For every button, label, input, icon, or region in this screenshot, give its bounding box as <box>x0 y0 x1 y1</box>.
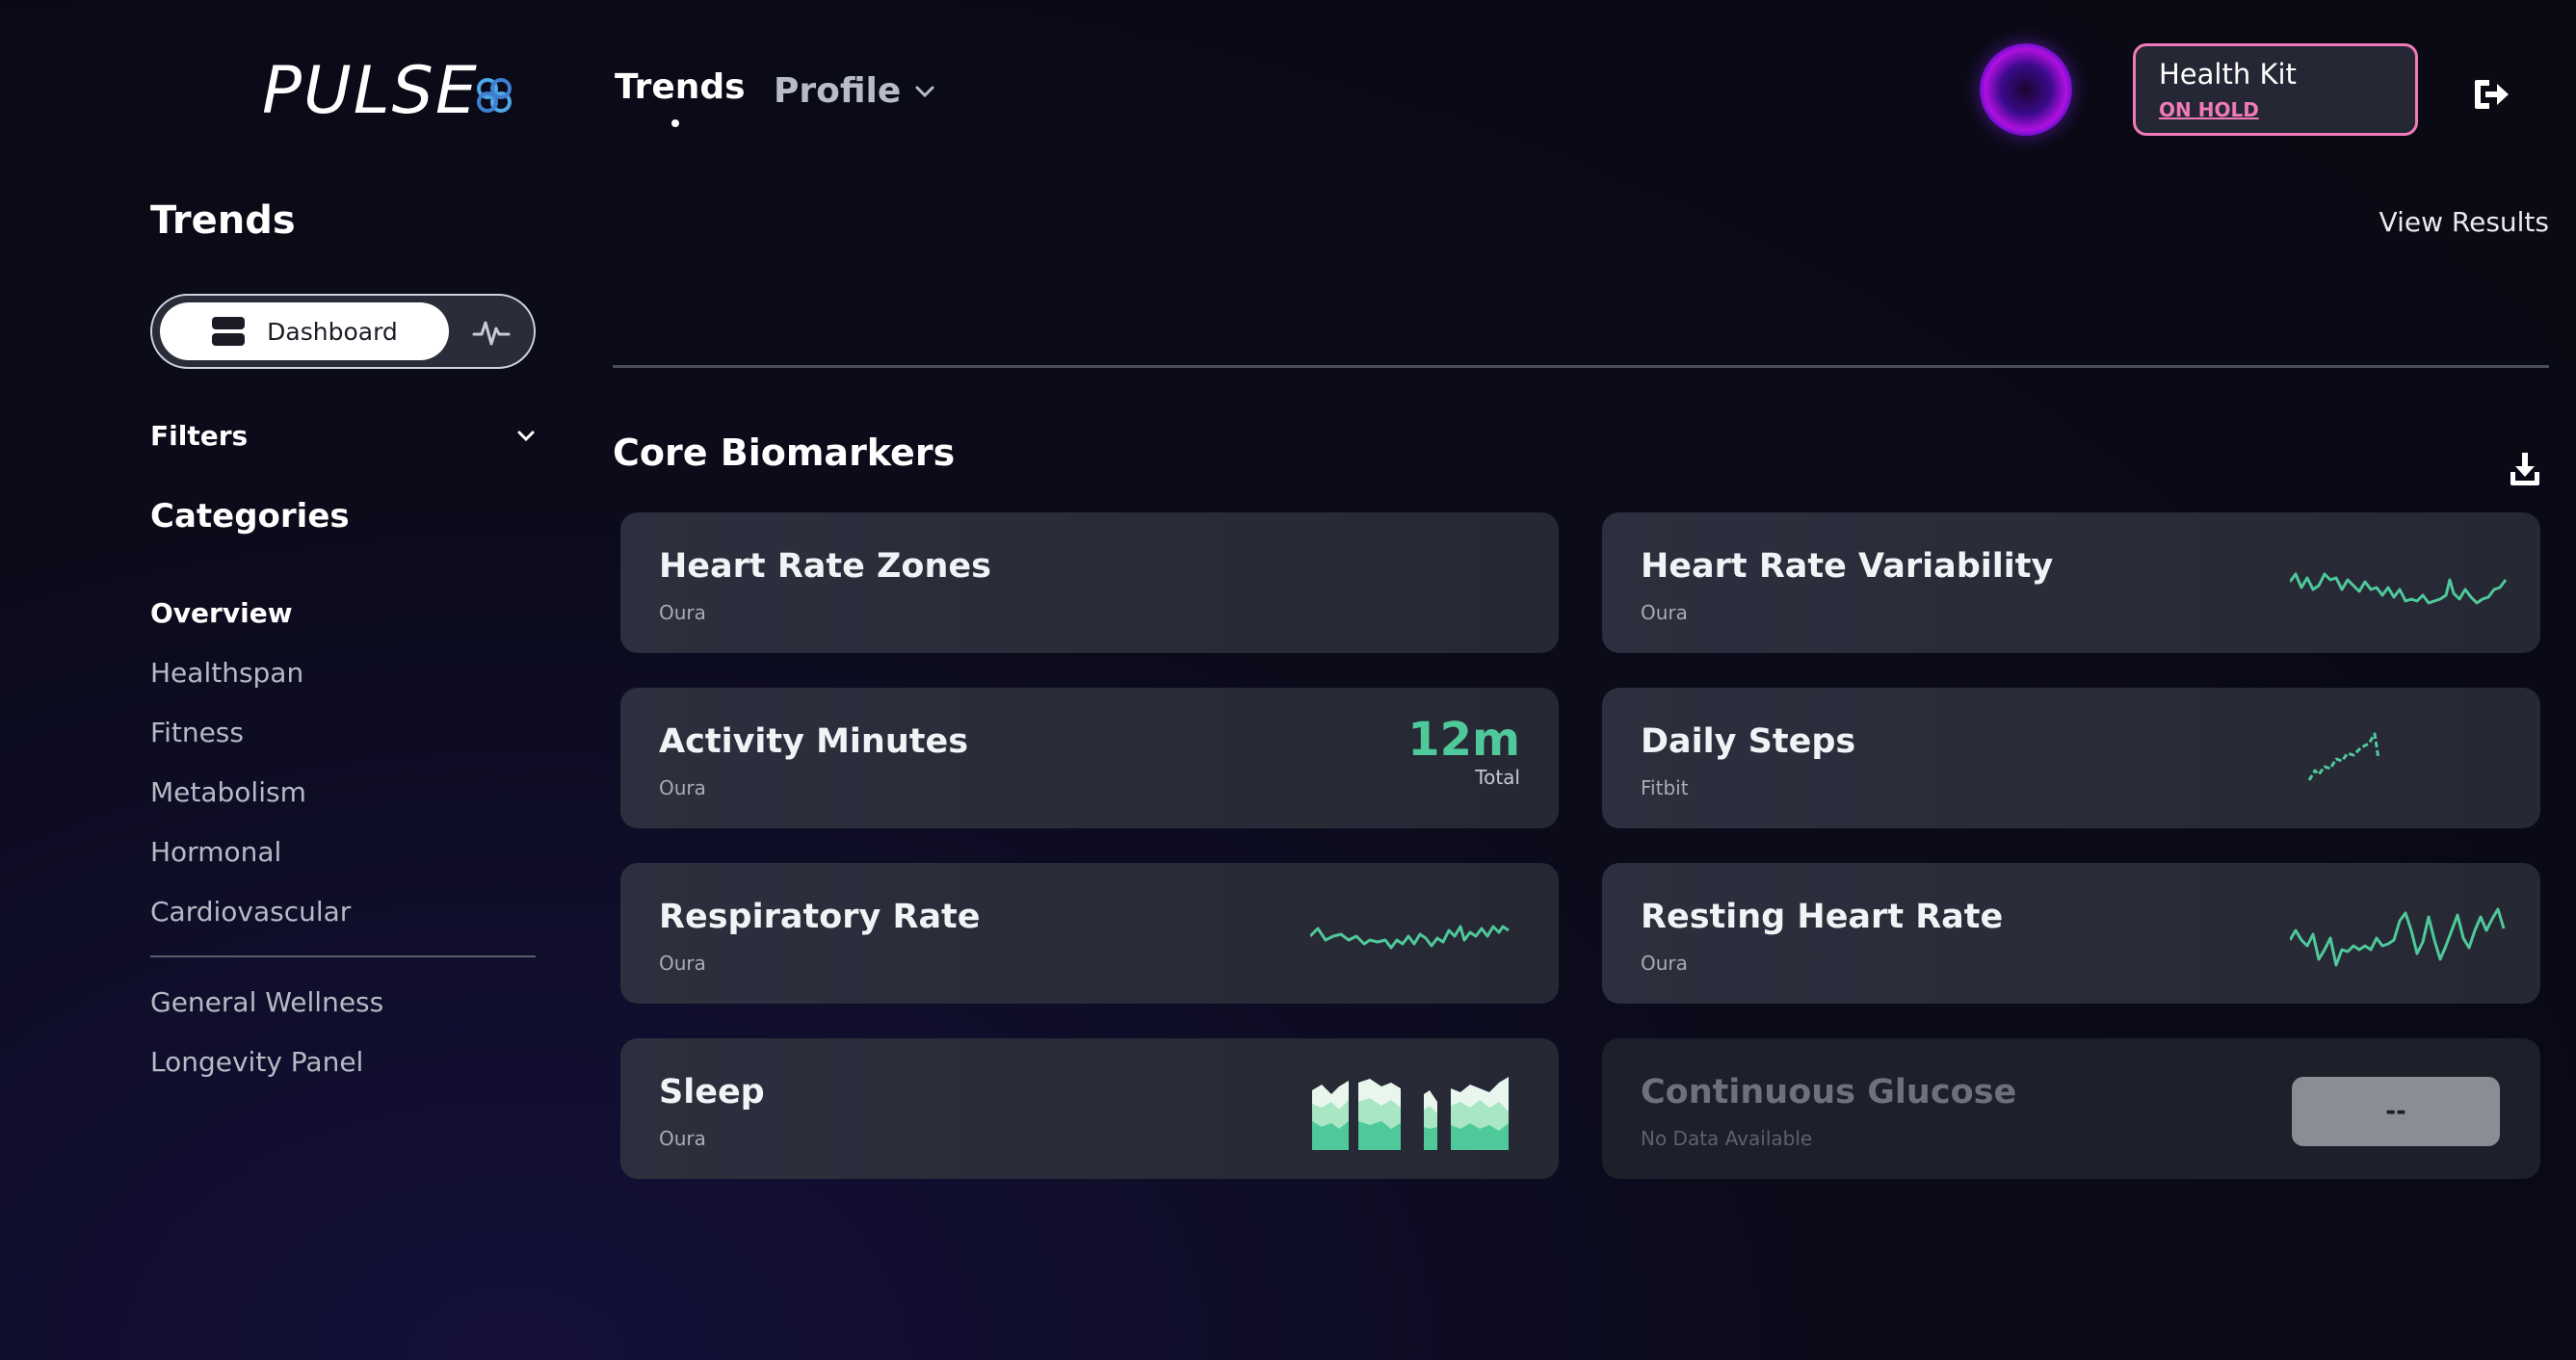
logo-text: PULSE <box>262 53 479 129</box>
card-title: Sleep <box>659 1073 765 1112</box>
metric-caption: Total <box>1475 765 1520 789</box>
card-title: Heart Rate Zones <box>659 547 991 586</box>
biomarker-card-sleep[interactable]: Sleep Oura <box>620 1038 1559 1179</box>
nav-active-indicator <box>671 119 679 127</box>
view-toggle: Dashboard <box>150 294 536 369</box>
no-data-placeholder: -- <box>2292 1077 2500 1146</box>
biomarker-card-heart-rate-zones[interactable]: Heart Rate Zones Oura <box>620 512 1559 653</box>
activity-view-button[interactable] <box>472 315 511 353</box>
category-hormonal[interactable]: Hormonal <box>150 836 281 868</box>
panel-general-wellness[interactable]: General Wellness <box>150 986 383 1018</box>
card-source: Oura <box>659 776 706 799</box>
card-source: Oura <box>659 601 706 624</box>
activity-total: 12m Total <box>1407 715 1520 789</box>
biomarker-card-respiratory-rate[interactable]: Respiratory Rate Oura <box>620 863 1559 1004</box>
metric-value: 12m <box>1407 713 1520 767</box>
resting-hr-sparkline <box>2290 907 2506 967</box>
card-source: Oura <box>1641 601 1688 624</box>
filters-toggle[interactable]: Filters <box>150 420 536 452</box>
card-title: Respiratory Rate <box>659 898 981 936</box>
category-metabolism[interactable]: Metabolism <box>150 776 306 808</box>
download-button[interactable] <box>2509 451 2541 491</box>
dashboard-view-button[interactable]: Dashboard <box>160 302 449 360</box>
health-kit-title: Health Kit <box>2159 58 2297 91</box>
card-title: Activity Minutes <box>659 722 969 761</box>
card-title: Resting Heart Rate <box>1641 898 2004 936</box>
sleep-stacked-area-chart <box>1312 1077 1509 1150</box>
nav-profile[interactable]: Profile <box>774 71 935 111</box>
download-icon <box>2510 453 2539 485</box>
infinity-logo-icon <box>476 78 512 113</box>
panel-longevity[interactable]: Longevity Panel <box>150 1046 363 1078</box>
biomarker-card-activity-minutes[interactable]: Activity Minutes Oura 12m Total <box>620 688 1559 828</box>
pulse-icon <box>472 321 511 346</box>
filters-label: Filters <box>150 420 249 452</box>
hrv-sparkline <box>2290 572 2508 605</box>
chevron-down-icon <box>915 86 934 97</box>
health-kit-status[interactable]: Health Kit ON HOLD <box>2133 43 2418 136</box>
sidebar-title: Trends <box>150 198 296 243</box>
health-kit-status-badge: ON HOLD <box>2159 98 2259 121</box>
biomarker-card-hrv[interactable]: Heart Rate Variability Oura <box>1602 512 2540 653</box>
avatar[interactable] <box>1980 43 2072 136</box>
card-title: Daily Steps <box>1641 722 1856 761</box>
view-results-link[interactable]: View Results <box>2379 206 2549 238</box>
section-title: Core Biomarkers <box>613 432 956 474</box>
biomarker-card-daily-steps[interactable]: Daily Steps Fitbit <box>1602 688 2540 828</box>
main-divider <box>613 365 2549 368</box>
card-source: Oura <box>1641 952 1688 975</box>
category-overview[interactable]: Overview <box>150 597 293 629</box>
card-source: Oura <box>659 952 706 975</box>
nav-profile-label: Profile <box>774 71 902 111</box>
card-source: Fitbit <box>1641 776 1689 799</box>
categories-title: Categories <box>150 497 350 536</box>
dashboard-view-label: Dashboard <box>267 317 398 346</box>
logout-button[interactable] <box>2472 77 2510 116</box>
nav-trends[interactable]: Trends <box>615 67 746 107</box>
category-cardiovascular[interactable]: Cardiovascular <box>150 896 351 928</box>
steps-sparkline <box>2307 732 2380 781</box>
category-fitness[interactable]: Fitness <box>150 717 244 748</box>
logout-icon <box>2475 80 2509 109</box>
biomarker-card-resting-heart-rate[interactable]: Resting Heart Rate Oura <box>1602 863 2540 1004</box>
card-title: Heart Rate Variability <box>1641 547 2054 586</box>
card-source: Oura <box>659 1127 706 1150</box>
chevron-down-icon <box>517 431 535 441</box>
card-source: No Data Available <box>1641 1127 1813 1150</box>
dashboard-icon <box>212 317 246 346</box>
sidebar-divider <box>150 955 536 957</box>
card-title: Continuous Glucose <box>1641 1073 2017 1112</box>
pulse-logo[interactable]: PULSE <box>262 58 515 125</box>
biomarker-card-continuous-glucose[interactable]: Continuous Glucose No Data Available -- <box>1602 1038 2540 1179</box>
category-healthspan[interactable]: Healthspan <box>150 657 303 689</box>
respiratory-sparkline <box>1310 925 1510 950</box>
